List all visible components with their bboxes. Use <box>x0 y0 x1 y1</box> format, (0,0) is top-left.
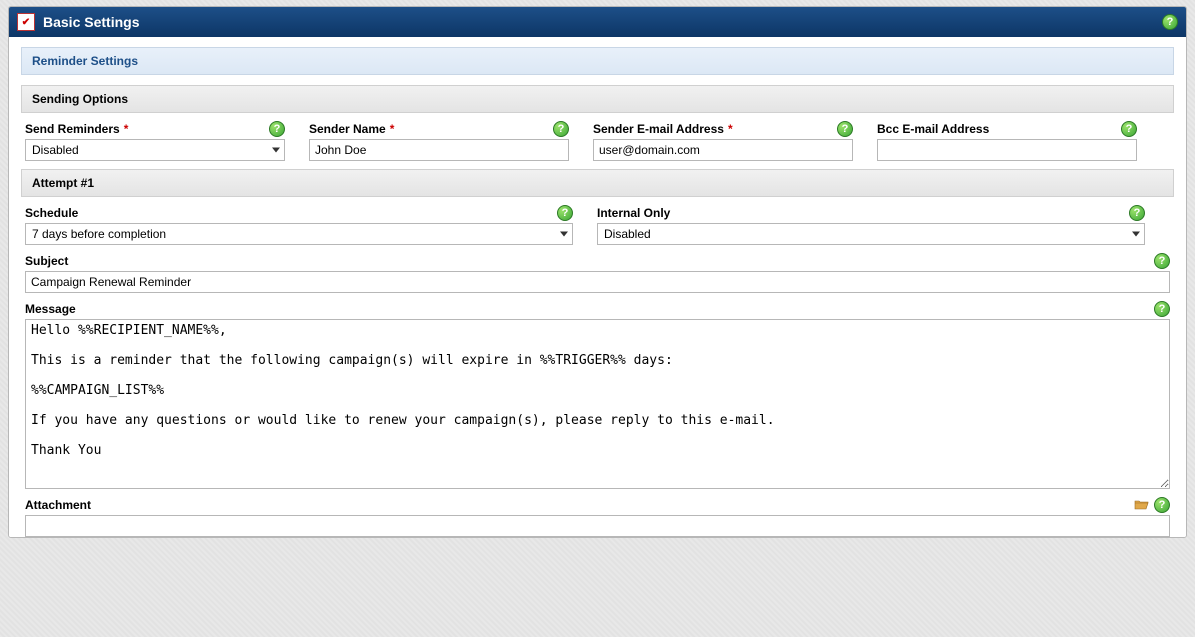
checklist-icon: ✔ <box>17 13 35 31</box>
help-icon[interactable]: ? <box>1154 497 1170 513</box>
field-internal-only: Internal Only ? Disabled <box>597 205 1145 245</box>
help-icon[interactable]: ? <box>1154 301 1170 317</box>
internal-only-value: Disabled <box>604 227 651 241</box>
send-reminders-label: Send Reminders <box>25 122 120 136</box>
sender-email-label: Sender E-mail Address <box>593 122 724 136</box>
schedule-label: Schedule <box>25 206 78 220</box>
message-label: Message <box>25 302 76 316</box>
sender-name-input[interactable] <box>309 139 569 161</box>
subject-label: Subject <box>25 254 68 268</box>
field-attachment: Attachment ? <box>25 497 1170 537</box>
field-schedule: Schedule ? 7 days before completion <box>25 205 573 245</box>
attachment-label: Attachment <box>25 498 91 512</box>
field-message: Message ? Hello %%RECIPIENT_NAME%%, This… <box>25 301 1170 489</box>
field-sender-email: Sender E-mail Address * ? <box>593 121 853 161</box>
panel-header: ✔ Basic Settings ? <box>9 7 1186 37</box>
schedule-select[interactable]: 7 days before completion <box>25 223 573 245</box>
help-icon[interactable]: ? <box>557 205 573 221</box>
chevron-down-icon <box>1132 232 1140 237</box>
help-icon[interactable]: ? <box>1121 121 1137 137</box>
required-marker: * <box>124 122 129 136</box>
help-icon[interactable]: ? <box>1154 253 1170 269</box>
help-icon[interactable]: ? <box>269 121 285 137</box>
sender-email-input[interactable] <box>593 139 853 161</box>
message-textarea[interactable]: Hello %%RECIPIENT_NAME%%, This is a remi… <box>25 319 1170 489</box>
help-icon[interactable]: ? <box>1129 205 1145 221</box>
group-attempt-1: Attempt #1 <box>21 169 1174 197</box>
bcc-email-label: Bcc E-mail Address <box>877 122 989 136</box>
subject-input[interactable] <box>25 271 1170 293</box>
schedule-value: 7 days before completion <box>32 227 166 241</box>
field-send-reminders: Send Reminders * ? Disabled <box>25 121 285 161</box>
help-icon[interactable]: ? <box>1162 14 1178 30</box>
folder-open-icon[interactable] <box>1134 497 1150 513</box>
sender-name-label: Sender Name <box>309 122 386 136</box>
panel-title: Basic Settings <box>43 14 139 30</box>
required-marker: * <box>728 122 733 136</box>
field-subject: Subject ? <box>25 253 1170 293</box>
bcc-email-input[interactable] <box>877 139 1137 161</box>
help-icon[interactable]: ? <box>837 121 853 137</box>
basic-settings-panel: ✔ Basic Settings ? Reminder Settings Sen… <box>8 6 1187 538</box>
help-icon[interactable]: ? <box>553 121 569 137</box>
group-sending-options: Sending Options <box>21 85 1174 113</box>
send-reminders-select[interactable]: Disabled <box>25 139 285 161</box>
required-marker: * <box>390 122 395 136</box>
internal-only-select[interactable]: Disabled <box>597 223 1145 245</box>
field-bcc-email: Bcc E-mail Address ? <box>877 121 1137 161</box>
send-reminders-value: Disabled <box>32 143 79 157</box>
chevron-down-icon <box>272 148 280 153</box>
field-sender-name: Sender Name * ? <box>309 121 569 161</box>
chevron-down-icon <box>560 232 568 237</box>
section-reminder-settings: Reminder Settings <box>21 47 1174 75</box>
internal-only-label: Internal Only <box>597 206 670 220</box>
attachment-input[interactable] <box>25 515 1170 537</box>
